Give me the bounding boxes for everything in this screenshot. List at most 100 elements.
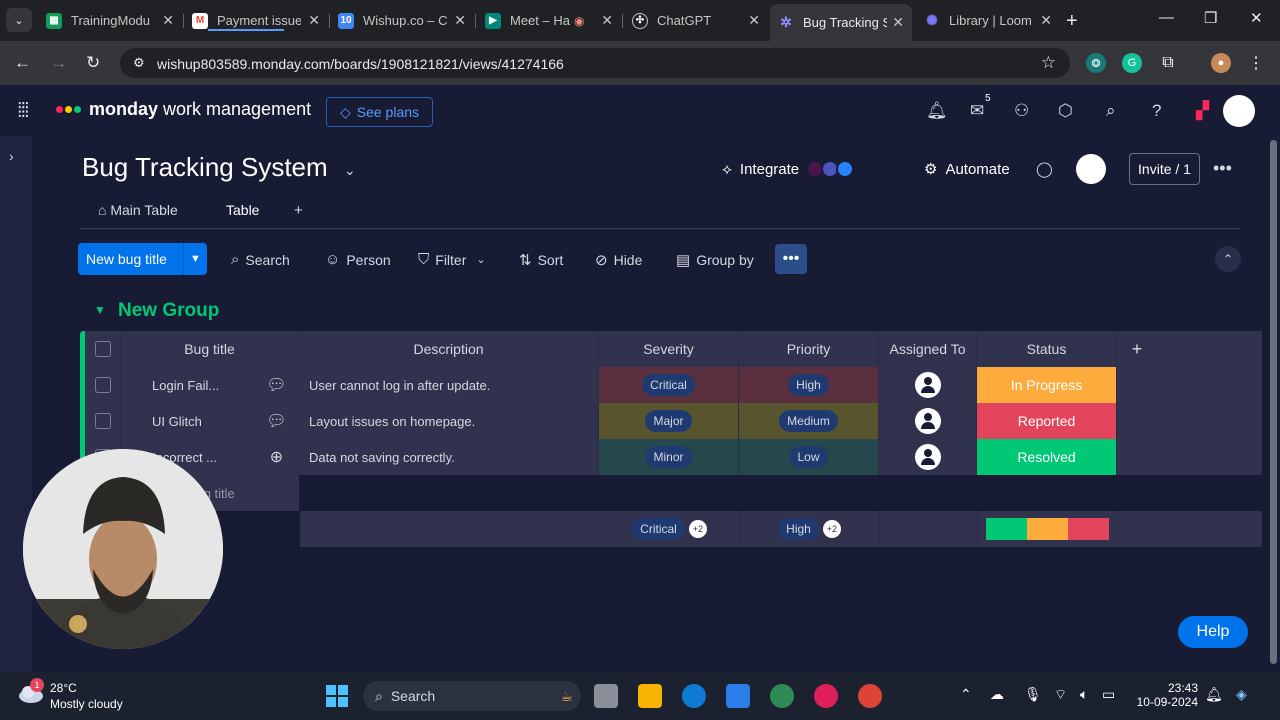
- bug-title-cell[interactable]: Login Fail...: [121, 367, 235, 403]
- clock[interactable]: 23:43 10-09-2024: [1136, 681, 1198, 709]
- browser-tab-active[interactable]: ✲ Bug Tracking S ✕: [770, 4, 912, 41]
- back-icon[interactable]: ←: [14, 53, 31, 73]
- priority-cell[interactable]: Medium: [739, 403, 879, 439]
- severity-cell[interactable]: Major: [599, 403, 739, 439]
- user-avatar[interactable]: [1223, 95, 1255, 127]
- chevron-down-icon[interactable]: ⌄: [476, 253, 485, 266]
- volume-icon[interactable]: 🔈︎: [1080, 686, 1088, 703]
- taskbar-search[interactable]: ⌕ Search ☕︎: [363, 681, 581, 711]
- hide-button[interactable]: ⊘ Hide: [595, 251, 642, 269]
- more-actions-button[interactable]: •••: [775, 244, 807, 274]
- row-checkbox[interactable]: [85, 403, 121, 439]
- bug-title-cell[interactable]: UI Glitch: [121, 403, 235, 439]
- chrome-icon[interactable]: [858, 684, 882, 708]
- reload-icon[interactable]: ↻: [86, 53, 100, 73]
- table-row[interactable]: Login Fail... 💬︎ User cannot log in afte…: [80, 367, 1262, 403]
- windows-start-icon[interactable]: [325, 684, 349, 708]
- column-header-severity[interactable]: Severity: [599, 331, 739, 367]
- copilot-icon[interactable]: ◈: [1236, 686, 1247, 703]
- status-cell[interactable]: In Progress: [977, 367, 1117, 403]
- status-cell[interactable]: Resolved: [977, 439, 1117, 475]
- chevron-up-icon[interactable]: ⌃: [960, 686, 972, 703]
- status-summary-bar[interactable]: [978, 511, 1118, 547]
- severity-summary[interactable]: Critical +2: [600, 511, 740, 547]
- grammarly-icon[interactable]: G: [1122, 53, 1142, 73]
- person-filter-button[interactable]: ☺ Person: [325, 251, 391, 268]
- group-by-button[interactable]: ▤ Group by: [676, 251, 754, 269]
- help-icon[interactable]: ?: [1152, 101, 1161, 121]
- updates-icon[interactable]: 💬︎: [255, 403, 299, 439]
- bell-icon[interactable]: 🔔︎: [926, 101, 948, 121]
- search-icon[interactable]: ⌕: [1106, 101, 1116, 121]
- tab-main-table[interactable]: ⌂ Main Table: [98, 202, 178, 218]
- site-info-icon[interactable]: ⚙: [133, 55, 145, 71]
- app-icon[interactable]: [770, 684, 794, 708]
- bookmark-star-icon[interactable]: ☆: [1041, 53, 1056, 73]
- extensions-puzzle-icon[interactable]: ⧉: [1158, 53, 1178, 73]
- file-explorer-icon[interactable]: [638, 684, 662, 708]
- edge-icon[interactable]: [682, 684, 706, 708]
- new-tab-icon[interactable]: +: [1066, 10, 1078, 33]
- browser-menu-icon[interactable]: ⋮: [1246, 53, 1266, 73]
- address-bar[interactable]: ⚙ wishup803589.monday.com/boards/1908121…: [120, 48, 1070, 78]
- row-checkbox[interactable]: [85, 367, 121, 403]
- column-header-status[interactable]: Status: [977, 331, 1117, 367]
- browser-tab[interactable]: ▦ TrainingModu ✕: [46, 6, 182, 35]
- assigned-to-cell[interactable]: [879, 439, 977, 475]
- help-button[interactable]: Help: [1178, 616, 1248, 648]
- close-icon[interactable]: ✕: [601, 12, 613, 29]
- automate-button[interactable]: ⚙ Automate: [924, 160, 1010, 178]
- column-header-assigned-to[interactable]: Assigned To: [879, 331, 977, 367]
- status-cell[interactable]: Reported: [977, 403, 1117, 439]
- assigned-to-cell[interactable]: [879, 403, 977, 439]
- integrate-button[interactable]: ⟡ Integrate: [722, 160, 855, 178]
- table-row[interactable]: UI Glitch 💬︎ Layout issues on homepage. …: [80, 403, 1262, 439]
- apps-icon[interactable]: ⬡: [1058, 101, 1073, 121]
- table-row[interactable]: Incorrect ... ⊕ Data not saving correctl…: [80, 439, 1262, 475]
- profile-avatar[interactable]: ●: [1211, 53, 1231, 73]
- sort-button[interactable]: ⇅ Sort: [519, 251, 563, 269]
- forward-icon[interactable]: →: [50, 53, 67, 73]
- task-view-icon[interactable]: [594, 684, 618, 708]
- window-close-icon[interactable]: ✕: [1250, 9, 1263, 27]
- tab-search-button[interactable]: ⌄: [6, 8, 32, 32]
- scrollbar-thumb[interactable]: [1270, 140, 1277, 664]
- updates-chat-icon[interactable]: ◯: [1036, 160, 1053, 178]
- priority-cell[interactable]: Low: [739, 439, 879, 475]
- close-icon[interactable]: ✕: [454, 12, 466, 29]
- updates-icon[interactable]: 💬︎: [255, 367, 299, 403]
- column-header-description[interactable]: Description: [299, 331, 599, 367]
- group-collapse-icon[interactable]: ▼: [94, 303, 106, 317]
- select-all-checkbox[interactable]: [85, 331, 121, 367]
- filter-button[interactable]: ⛉ Filter ⌄: [418, 251, 486, 268]
- invite-button[interactable]: Invite / 1: [1129, 153, 1200, 185]
- close-icon[interactable]: ✕: [308, 12, 320, 29]
- chevron-down-icon[interactable]: ⌄: [344, 162, 356, 179]
- cloud-icon[interactable]: ☁: [990, 686, 1004, 703]
- description-cell[interactable]: Layout issues on homepage.: [299, 403, 599, 439]
- assigned-to-cell[interactable]: [879, 367, 977, 403]
- monday-logo[interactable]: monday work management: [56, 99, 311, 120]
- add-view-icon[interactable]: +: [294, 202, 303, 219]
- close-icon[interactable]: ✕: [892, 14, 904, 31]
- inbox-icon[interactable]: ✉: [970, 101, 984, 121]
- severity-cell[interactable]: Minor: [599, 439, 739, 475]
- battery-icon[interactable]: ▭: [1102, 686, 1115, 703]
- wifi-icon[interactable]: ⌔: [1054, 686, 1067, 704]
- browser-tab[interactable]: ✣ ChatGPT ✕: [632, 6, 768, 35]
- see-plans-button[interactable]: ◇ See plans: [326, 97, 433, 127]
- collapse-header-icon[interactable]: ⌃: [1215, 246, 1241, 272]
- extension-icon[interactable]: ❂: [1086, 53, 1106, 73]
- browser-tab[interactable]: 10 Wishup.co – C ✕: [338, 6, 474, 35]
- new-bug-button[interactable]: New bug title ▼: [78, 243, 207, 275]
- microphone-icon[interactable]: 🎙︎: [1024, 686, 1042, 703]
- more-options-icon[interactable]: •••: [1213, 158, 1232, 179]
- chevron-down-icon[interactable]: ▼: [183, 243, 207, 275]
- tab-table[interactable]: Table: [226, 202, 259, 218]
- browser-tab[interactable]: ▶ Meet – Ha ◉ ✕: [485, 6, 621, 35]
- board-owner-avatar[interactable]: [1076, 154, 1106, 184]
- invite-members-icon[interactable]: ⚇: [1014, 101, 1029, 121]
- column-header-bug-title[interactable]: Bug title: [121, 331, 299, 367]
- description-cell[interactable]: Data not saving correctly.: [299, 439, 599, 475]
- severity-cell[interactable]: Critical: [599, 367, 739, 403]
